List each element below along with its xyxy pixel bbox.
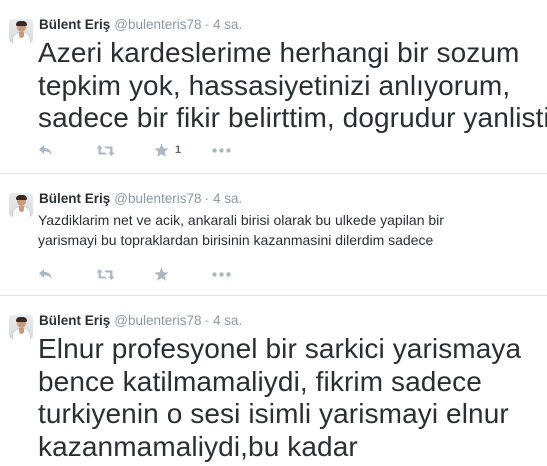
tweet-timestamp[interactable]: 4 sa. [213, 191, 242, 206]
more-button[interactable] [212, 141, 231, 159]
tweet-text-line: sadece bir fikir belirttim, dogrudur yan… [38, 102, 547, 133]
reply-icon [39, 145, 52, 155]
separator-dot: · [204, 191, 210, 206]
tweet-text-line: kazanmamaliydi,bu kadar [38, 430, 358, 462]
user-handle[interactable]: @bulenteris78 [114, 313, 201, 328]
tweet-text-line: Yazdiklarim net ve acik, ankarali birisi… [38, 212, 444, 228]
retweet-button[interactable] [96, 265, 154, 283]
star-icon [154, 143, 169, 157]
tweet-text: Elnur profesyonel bir sarkici yarismaya … [38, 333, 539, 463]
avatar[interactable] [9, 19, 33, 43]
tweet-header: Bülent Eriş @bulenteris78 · 4 sa. [39, 191, 242, 207]
retweet-icon [96, 144, 115, 156]
retweet-icon [96, 268, 115, 280]
more-icon [212, 147, 231, 153]
avatar[interactable] [9, 193, 33, 217]
tweet[interactable]: Bülent Eriş @bulenteris78 · 4 sa. Azeri kar… [0, 0, 547, 174]
tweet-timestamp[interactable]: 4 sa. [213, 17, 242, 32]
tweet-timestamp[interactable]: 4 sa. [213, 313, 242, 328]
avatar[interactable] [9, 315, 33, 339]
tweet-actions: 1 [38, 141, 231, 159]
favorite-count: 1 [175, 144, 182, 156]
user-name[interactable]: Bülent Eriş [39, 313, 110, 328]
reply-button[interactable] [38, 141, 96, 159]
tweet-actions [38, 265, 231, 283]
tweet-text-line: Elnur profesyonel bir sarkici yarismaya [38, 333, 522, 364]
separator-dot: · [204, 313, 210, 328]
tweet-text-line: turkiyenin o sesi isimli yarismayi elnur [38, 398, 509, 429]
tweet-text-line: tepkim yok, hassasiyetinizi anlıyorum, [38, 69, 511, 101]
retweet-button[interactable] [96, 141, 154, 159]
tweet-text-line: bence katilmamaliydi, fikrim sadece [38, 365, 482, 397]
tweet-text: Yazdiklarim net ve acik, ankarali birisi… [38, 210, 539, 250]
tweet-text-line: Azeri kardeslerime herhangi bir sozum [38, 37, 520, 68]
user-name[interactable]: Bülent Eriş [39, 17, 110, 32]
tweet-text: Azeri kardeslerime herhangi bir sozum te… [38, 37, 547, 135]
more-icon [212, 271, 231, 277]
tweet-header: Bülent Eriş @bulenteris78 · 4 sa. [39, 313, 242, 329]
tweet[interactable]: Bülent Eriş @bulenteris78 · 4 sa. Elnur pro… [0, 296, 547, 466]
tweet[interactable]: Bülent Eriş @bulenteris78 · 4 sa. Yazdiklar… [0, 174, 547, 296]
reply-icon [39, 269, 52, 279]
tweet-text-line: yarismayi bu topraklardan birisinin kaza… [38, 232, 434, 248]
user-handle[interactable]: @bulenteris78 [114, 17, 201, 32]
more-button[interactable] [212, 265, 231, 283]
star-icon [154, 267, 169, 281]
reply-button[interactable] [38, 265, 96, 283]
favorite-button[interactable]: 1 [154, 141, 212, 159]
tweet-header: Bülent Eriş @bulenteris78 · 4 sa. [39, 17, 242, 33]
user-handle[interactable]: @bulenteris78 [114, 191, 201, 206]
favorite-button[interactable] [154, 265, 212, 283]
separator-dot: · [204, 17, 210, 32]
user-name[interactable]: Bülent Eriş [39, 191, 110, 206]
timeline: Bülent Eriş @bulenteris78 · 4 sa. Azeri kar… [0, 0, 547, 466]
